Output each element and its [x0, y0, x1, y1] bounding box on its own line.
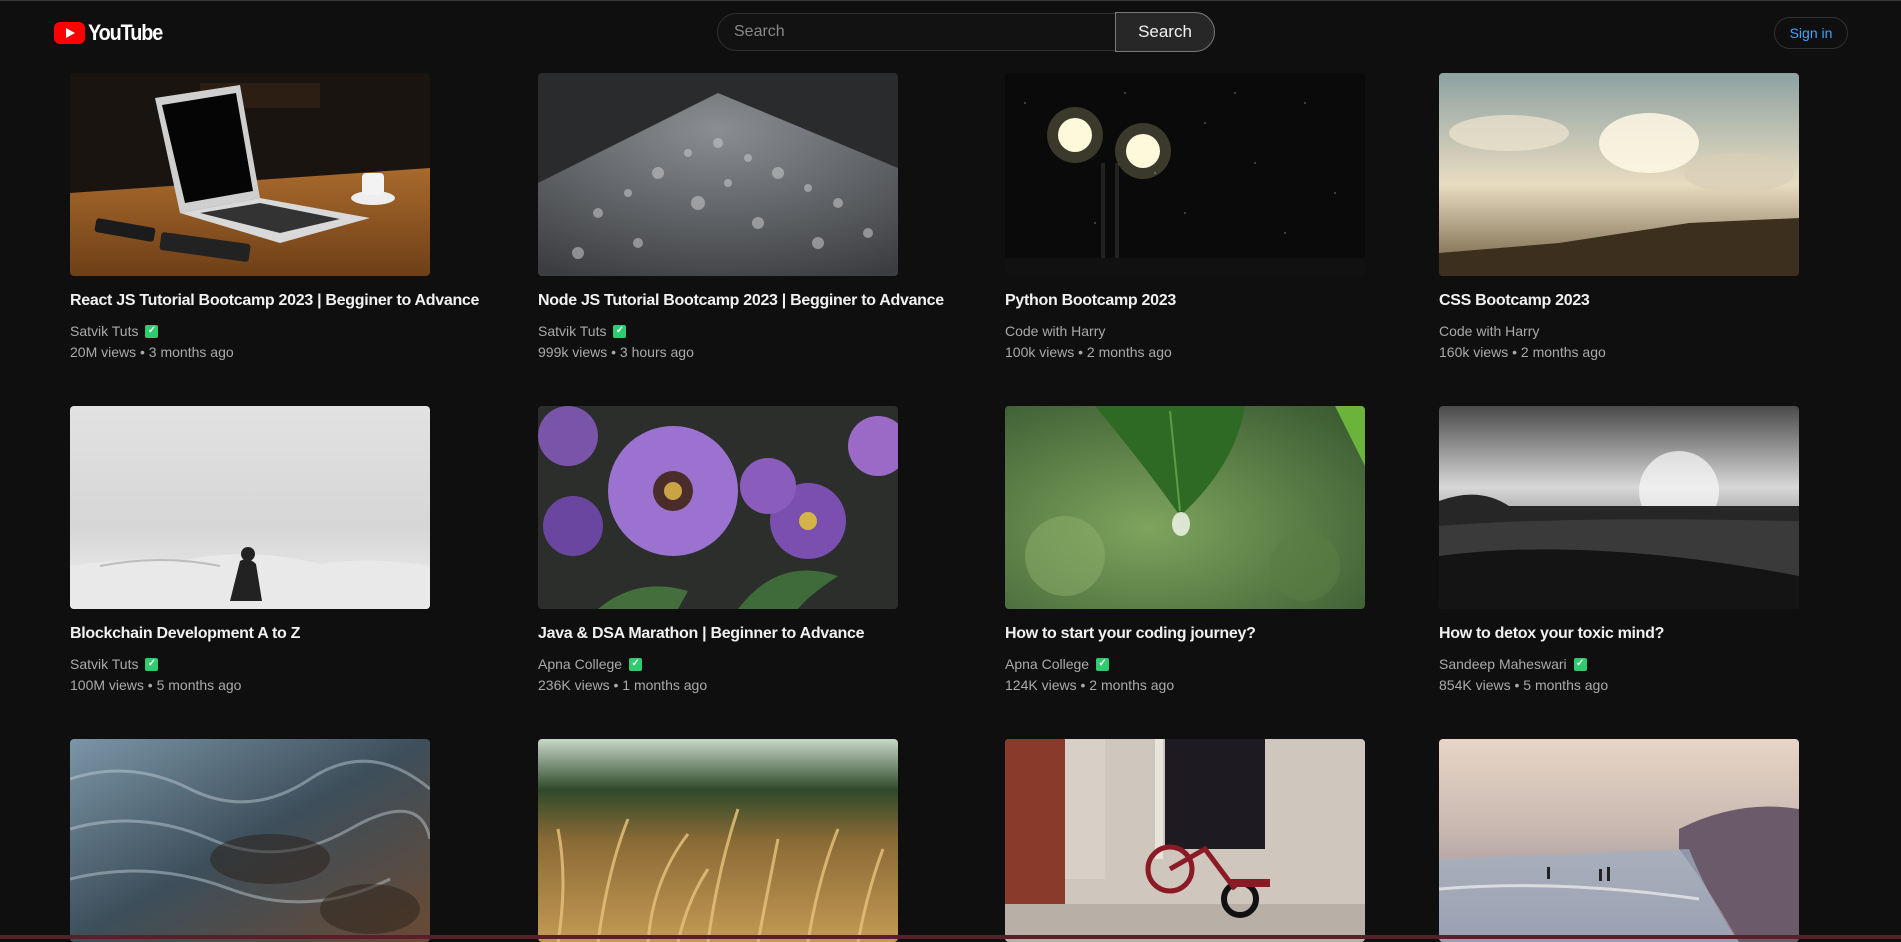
- channel-row: Sandeep Maheswari ✓: [1439, 656, 1901, 672]
- video-thumbnail[interactable]: [538, 406, 898, 609]
- video-card[interactable]: [1439, 739, 1901, 942]
- verified-check-icon: ✓: [1096, 657, 1110, 671]
- channel-row: Satvik Tuts ✓: [70, 656, 540, 672]
- channel-row: Apna College ✓: [1005, 656, 1475, 672]
- video-title[interactable]: Blockchain Development A to Z: [70, 625, 540, 643]
- channel-name[interactable]: Sandeep Maheswari: [1439, 656, 1567, 672]
- video-meta: 20M views • 3 months ago: [70, 344, 234, 360]
- channel-row: Code with Harry: [1005, 323, 1475, 339]
- video-card[interactable]: CSS Bootcamp 2023 Code with Harry 160k vie…: [1439, 73, 1901, 360]
- channel-name[interactable]: Apna College: [1005, 656, 1089, 672]
- video-title[interactable]: How to detox your toxic mind?: [1439, 625, 1901, 643]
- verified-check-icon: ✓: [629, 657, 643, 671]
- channel-row: Satvik Tuts ✓: [70, 323, 540, 339]
- video-card[interactable]: React JS Tutorial Bootcamp 2023 | Beggin…: [70, 73, 540, 360]
- video-thumbnail[interactable]: [70, 73, 430, 276]
- video-card[interactable]: [70, 739, 540, 942]
- verified-check-icon: ✓: [613, 324, 627, 338]
- video-meta: 124K views • 2 months ago: [1005, 677, 1175, 693]
- channel-name[interactable]: Code with Harry: [1005, 323, 1105, 339]
- video-thumbnail[interactable]: [1005, 73, 1365, 276]
- channel-name[interactable]: Apna College: [538, 656, 622, 672]
- channel-row: Code with Harry: [1439, 323, 1901, 339]
- video-card[interactable]: [538, 739, 1008, 942]
- video-thumbnail[interactable]: [70, 739, 430, 942]
- video-meta: 854K views • 5 months ago: [1439, 677, 1609, 693]
- channel-name[interactable]: Code with Harry: [1439, 323, 1539, 339]
- search-button[interactable]: Search: [1115, 12, 1215, 52]
- search-bar: Search: [717, 12, 1216, 53]
- video-title[interactable]: Python Bootcamp 2023: [1005, 292, 1475, 310]
- video-title[interactable]: React JS Tutorial Bootcamp 2023 | Beggin…: [70, 292, 540, 310]
- video-title[interactable]: CSS Bootcamp 2023: [1439, 292, 1901, 310]
- logo-text: YouTube: [88, 20, 163, 45]
- video-thumbnail[interactable]: [538, 739, 898, 942]
- video-card[interactable]: Node JS Tutorial Bootcamp 2023 | Beggine…: [538, 73, 1008, 360]
- channel-name[interactable]: Satvik Tuts: [70, 323, 138, 339]
- video-meta: 160k views • 2 months ago: [1439, 344, 1606, 360]
- video-meta: 100k views • 2 months ago: [1005, 344, 1172, 360]
- video-card[interactable]: Python Bootcamp 2023 Code with Harry 100k …: [1005, 73, 1475, 360]
- channel-row: Satvik Tuts ✓: [538, 323, 1008, 339]
- video-card[interactable]: Java & DSA Marathon | Beginner to Advanc…: [538, 406, 1008, 693]
- video-title[interactable]: Node JS Tutorial Bootcamp 2023 | Beggine…: [538, 292, 1008, 310]
- video-card[interactable]: How to start your coding journey? Apna Co…: [1005, 406, 1475, 693]
- youtube-logo[interactable]: YouTube: [54, 20, 170, 45]
- sign-in-button[interactable]: Sign in: [1774, 17, 1848, 49]
- video-thumbnail[interactable]: [1439, 406, 1799, 609]
- video-title[interactable]: Java & DSA Marathon | Beginner to Advanc…: [538, 625, 1008, 643]
- video-thumbnail[interactable]: [1439, 73, 1799, 276]
- video-meta: 100M views • 5 months ago: [70, 677, 242, 693]
- channel-name[interactable]: Satvik Tuts: [538, 323, 606, 339]
- top-header: YouTube Search Sign in: [0, 1, 1901, 65]
- video-card[interactable]: How to detox your toxic mind? Sandeep Mah…: [1439, 406, 1901, 693]
- video-thumbnail[interactable]: [1005, 406, 1365, 609]
- video-card[interactable]: Blockchain Development A to Z Satvik Tuts…: [70, 406, 540, 693]
- video-thumbnail[interactable]: [70, 406, 430, 609]
- video-title[interactable]: How to start your coding journey?: [1005, 625, 1475, 643]
- video-thumbnail[interactable]: [1439, 739, 1799, 942]
- bottom-border: [0, 935, 1901, 939]
- youtube-play-icon: [54, 22, 85, 44]
- video-thumbnail[interactable]: [538, 73, 898, 276]
- video-card[interactable]: [1005, 739, 1475, 942]
- verified-check-icon: ✓: [145, 657, 159, 671]
- channel-name[interactable]: Satvik Tuts: [70, 656, 138, 672]
- channel-row: Apna College ✓: [538, 656, 1008, 672]
- verified-check-icon: ✓: [145, 324, 159, 338]
- search-input[interactable]: [717, 13, 1115, 51]
- video-meta: 236K views • 1 months ago: [538, 677, 708, 693]
- video-meta: 999k views • 3 hours ago: [538, 344, 694, 360]
- verified-check-icon: ✓: [1573, 657, 1587, 671]
- video-thumbnail[interactable]: [1005, 739, 1365, 942]
